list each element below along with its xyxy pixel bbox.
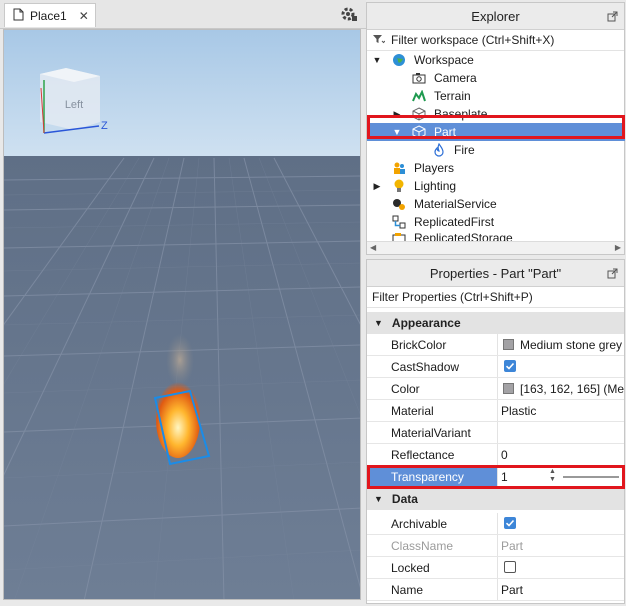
explorer-tree: ▼ Workspace Camera Terrain ▶ Baseplate ▼… [367, 51, 625, 244]
properties-title: Properties - Part "Part" [429, 265, 562, 281]
prop-row-locked[interactable]: Locked [367, 557, 624, 579]
gear-icon[interactable] [340, 5, 358, 23]
prop-row-castshadow[interactable]: CastShadow [367, 356, 624, 378]
prop-row-materialvariant[interactable]: MaterialVariant [367, 422, 624, 444]
material-service-icon [391, 196, 407, 212]
prop-row-transparency[interactable]: Transparency 1 ▲ ▼ [367, 466, 624, 488]
undock-icon[interactable] [607, 10, 618, 22]
color-swatch [503, 339, 514, 350]
prop-row-material[interactable]: Material Plastic [367, 400, 624, 422]
properties-panel: Properties - Part "Part" Filter Properti… [366, 259, 625, 604]
tree-item-materialservice[interactable]: MaterialService [367, 195, 625, 213]
filter-icon [373, 33, 386, 47]
scroll-left-icon[interactable]: ◀ [370, 243, 376, 252]
scroll-right-icon[interactable]: ▶ [615, 243, 621, 252]
tab-place1[interactable]: Place1 ✕ [4, 3, 96, 27]
prop-row-color[interactable]: Color [163, 162, 165] (Me... [367, 378, 624, 400]
document-icon [13, 8, 24, 24]
terrain-icon [411, 88, 427, 104]
category-appearance[interactable]: ▼ Appearance [367, 312, 624, 334]
properties-grid: ▼ Appearance BrickColor Medium stone gre… [367, 308, 624, 603]
replicated-first-icon [391, 214, 407, 230]
tree-item-fire[interactable]: Fire [367, 141, 625, 159]
collapse-arrow-icon[interactable]: ▼ [374, 318, 383, 328]
collapse-arrow-icon[interactable]: ▼ [392, 127, 402, 137]
prop-row-classname[interactable]: ClassName Part [367, 535, 624, 557]
tree-item-lighting[interactable]: ▶ Lighting [367, 177, 625, 195]
3d-viewport[interactable]: Left Z [3, 29, 361, 600]
explorer-filter[interactable]: Filter workspace (Ctrl+Shift+X) [367, 30, 624, 51]
smoke-effect [166, 334, 194, 386]
fire-icon [431, 142, 447, 158]
transparency-input[interactable]: 1 [501, 470, 508, 484]
spin-stepper-icon[interactable]: ▲ ▼ [549, 468, 556, 484]
properties-title-bar: Properties - Part "Part" [367, 260, 624, 287]
camera-icon [411, 70, 427, 86]
expand-arrow-icon[interactable]: ▶ [392, 109, 402, 119]
properties-filter-input[interactable]: Filter Properties (Ctrl+Shift+P) [372, 290, 533, 304]
lightbulb-icon [391, 178, 407, 194]
part-icon [411, 124, 427, 140]
tree-item-workspace[interactable]: ▼ Workspace [367, 51, 625, 69]
collapse-arrow-icon[interactable]: ▼ [372, 55, 382, 65]
checkbox-checked-icon[interactable] [504, 517, 516, 529]
tree-item-replicatedfirst[interactable]: ReplicatedFirst [367, 213, 625, 231]
prop-row-brickcolor[interactable]: BrickColor Medium stone grey [367, 334, 624, 356]
explorer-panel: Explorer Filter workspace (Ctrl+Shift+X)… [366, 2, 625, 255]
axis-z-label: Z [101, 120, 108, 132]
collapse-arrow-icon[interactable]: ▼ [374, 494, 383, 504]
part-icon [411, 106, 427, 122]
viewport-scene: Left Z [4, 30, 360, 599]
close-icon[interactable]: ✕ [79, 9, 89, 23]
color-swatch [503, 383, 514, 394]
prop-row-reflectance[interactable]: Reflectance 0 [367, 444, 624, 466]
prop-row-name[interactable]: Name Part [367, 579, 624, 601]
view-cube-label: Left [65, 99, 83, 111]
explorer-title-bar: Explorer [367, 3, 624, 30]
tree-item-players[interactable]: Players [367, 159, 625, 177]
tab-label: Place1 [30, 8, 67, 23]
explorer-title: Explorer [471, 8, 520, 24]
tree-item-terrain[interactable]: Terrain [367, 87, 625, 105]
undock-icon[interactable] [607, 267, 618, 279]
expand-arrow-icon[interactable]: ▶ [372, 181, 382, 191]
transparency-slider[interactable] [563, 476, 619, 478]
tree-item-baseplate[interactable]: ▶ Baseplate [367, 105, 625, 123]
tree-item-part[interactable]: ▼ Part [367, 123, 625, 141]
players-icon [391, 160, 407, 176]
tree-item-camera[interactable]: Camera [367, 69, 625, 87]
document-tab-bar: Place1 ✕ [0, 0, 366, 29]
prop-row-archivable[interactable]: Archivable [367, 513, 624, 535]
checkbox-checked-icon[interactable] [504, 360, 516, 372]
explorer-filter-input[interactable]: Filter workspace (Ctrl+Shift+X) [391, 33, 554, 47]
category-data[interactable]: ▼ Data [367, 488, 624, 510]
explorer-horizontal-scrollbar[interactable]: ◀ ▶ [367, 241, 624, 254]
checkbox-unchecked-icon[interactable] [504, 561, 516, 573]
properties-filter[interactable]: Filter Properties (Ctrl+Shift+P) [367, 287, 624, 308]
workspace-icon [391, 52, 407, 68]
